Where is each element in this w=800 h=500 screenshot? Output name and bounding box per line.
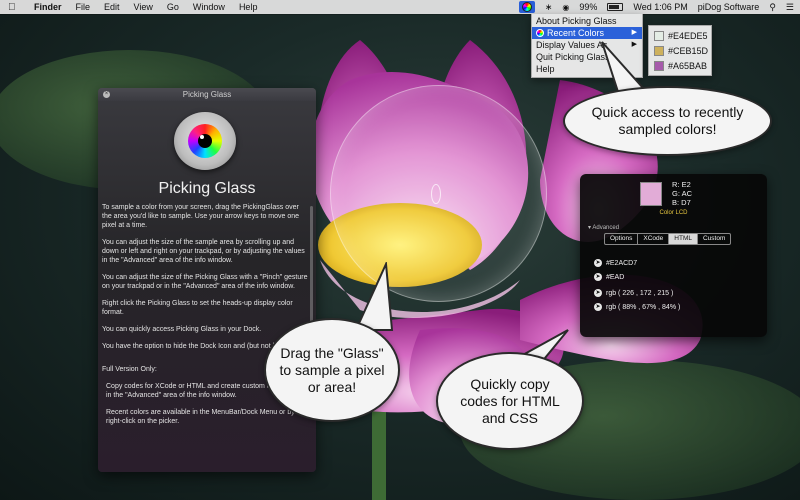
- advanced-label: Advanced: [592, 225, 620, 231]
- tab-options[interactable]: Options: [605, 234, 639, 244]
- sampled-color-swatch: [640, 182, 662, 206]
- menu-item-label: Recent Colors: [547, 28, 605, 38]
- menu-file[interactable]: File: [76, 2, 91, 12]
- menu-finder[interactable]: Finder: [34, 2, 62, 12]
- copy-arrow-icon[interactable]: ➤: [594, 303, 602, 311]
- window-title: Picking Glass: [182, 90, 232, 99]
- color-label: #A65BAB: [668, 60, 708, 71]
- color-code: rgb ( 88% , 67% , 84% ): [606, 303, 681, 311]
- callout-copy-codes: Quickly copy codes for HTML and CSS: [436, 352, 584, 450]
- rgb-readout: R: E2 G: AC B: D7: [672, 180, 692, 207]
- app-name: Picking Glass: [158, 180, 256, 197]
- menu-item-about[interactable]: About Picking Glass: [532, 15, 642, 27]
- callout-drag-glass: Drag the "Glass" to sample a pixel or ar…: [264, 318, 400, 422]
- format-tabs: Options XCode HTML Custom: [604, 233, 732, 245]
- color-hud-panel: R: E2 G: AC B: D7 Color LCD ▾ Advanced O…: [580, 174, 767, 337]
- menu-go[interactable]: Go: [167, 2, 179, 12]
- code-row: ➤ rgb ( 88% , 67% , 84% ): [594, 303, 680, 311]
- info-window: × Picking Glass Picking Glass To sample …: [98, 88, 316, 472]
- callout-text: Quick access to recently sampled colors!: [591, 104, 744, 137]
- color-label: #E4EDE5: [668, 30, 708, 41]
- code-row: ➤ rgb ( 226 , 172 , 215 ): [594, 289, 673, 297]
- crosshair-icon: [431, 184, 441, 204]
- color-code: #E2ACD7: [606, 259, 638, 267]
- blue-value: B: D7: [672, 198, 691, 207]
- green-value: G: AC: [672, 189, 693, 198]
- copy-arrow-icon[interactable]: ➤: [594, 259, 602, 267]
- copy-arrow-icon[interactable]: ➤: [594, 273, 602, 281]
- copy-arrow-icon[interactable]: ➤: [594, 289, 602, 297]
- color-swatch: [654, 30, 664, 41]
- list-icon[interactable]: ☰: [786, 2, 794, 13]
- color-code: rgb ( 226 , 172 , 215 ): [606, 289, 674, 297]
- search-icon[interactable]: ⚲: [769, 2, 776, 13]
- eye-glint: [200, 135, 204, 139]
- instruction-paragraph: You can adjust the size of the Picking G…: [102, 274, 308, 290]
- eye-icon: [536, 29, 544, 37]
- callout-text: Drag the "Glass" to sample a pixel or ar…: [279, 344, 385, 395]
- callout-recent-colors: Quick access to recently sampled colors!: [563, 86, 772, 156]
- instruction-paragraph: To sample a color from your screen, drag…: [102, 204, 300, 229]
- menu-window[interactable]: Window: [193, 2, 225, 12]
- menu-edit[interactable]: Edit: [104, 2, 120, 12]
- status-area: ∗ ◉ 99% Wed 1:06 PM piDog Software ⚲ ☰: [518, 0, 794, 14]
- instruction-paragraph: Right click the Picking Glass to set the…: [102, 300, 293, 316]
- menu-item-label: About Picking Glass: [536, 16, 617, 26]
- advanced-disclosure[interactable]: ▾ Advanced: [588, 224, 619, 231]
- menu-item-label: Help: [536, 64, 555, 74]
- menu-view[interactable]: View: [134, 2, 153, 12]
- tab-custom[interactable]: Custom: [698, 234, 730, 244]
- menu-bar:  Finder File Edit View Go Window Help ∗…: [0, 0, 800, 14]
- tab-xcode[interactable]: XCode: [638, 234, 670, 244]
- instruction-paragraph: You can quickly access Picking Glass in …: [102, 326, 262, 333]
- apple-icon[interactable]: : [8, 2, 20, 13]
- display-name: Color LCD: [659, 210, 688, 216]
- instruction-paragraph: Recent colors are available in the MenuB…: [106, 409, 295, 425]
- bluetooth-icon[interactable]: ∗: [545, 2, 553, 13]
- window-titlebar[interactable]: × Picking Glass: [98, 88, 316, 101]
- instruction-paragraph: You can adjust the size of the sample ar…: [102, 239, 305, 264]
- battery-percent[interactable]: 99%: [579, 2, 597, 12]
- battery-icon[interactable]: [607, 3, 624, 11]
- menu-item-recent-colors[interactable]: Recent Colors ▶: [532, 27, 642, 39]
- eye-icon: [521, 2, 532, 12]
- color-code: #EAD: [606, 273, 625, 281]
- menu-help[interactable]: Help: [239, 2, 258, 12]
- wifi-icon[interactable]: ◉: [562, 3, 569, 12]
- tab-html[interactable]: HTML: [669, 234, 698, 244]
- red-value: R: E2: [672, 180, 691, 189]
- clock[interactable]: Wed 1:06 PM: [633, 2, 687, 12]
- code-row: ➤ #EAD: [594, 273, 624, 281]
- callout-text: Quickly copy codes for HTML and CSS: [460, 375, 560, 426]
- code-row: ➤ #E2ACD7: [594, 259, 637, 267]
- submenu-arrow-icon: ▶: [631, 29, 637, 36]
- app-eye-icon: [174, 112, 236, 170]
- user-name[interactable]: piDog Software: [698, 2, 760, 12]
- picking-glass-menu-icon[interactable]: [518, 1, 535, 13]
- color-label: #CEB15D: [668, 45, 709, 56]
